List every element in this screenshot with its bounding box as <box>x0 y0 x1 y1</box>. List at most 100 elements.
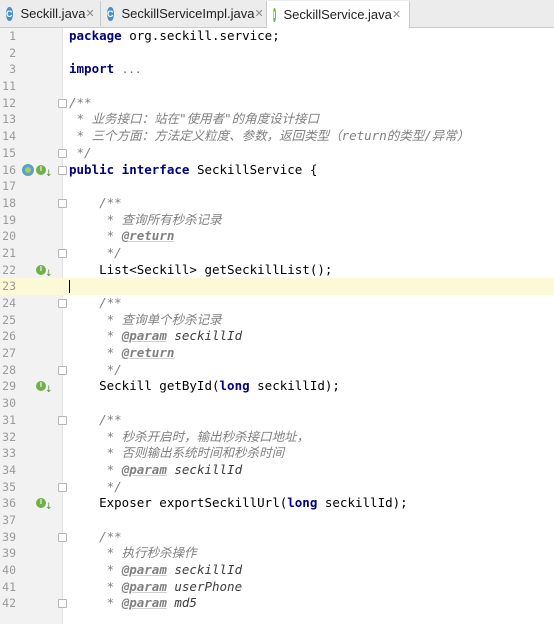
code-line[interactable]: 37 <box>0 512 554 529</box>
fold-toggle-icon[interactable] <box>58 415 67 425</box>
code-text: * 三个方面：方法定义粒度、参数，返回类型（return的类型/异常） <box>69 128 470 144</box>
code-text: * @return <box>69 228 175 244</box>
implementation-gutter-icon[interactable]: I ↓ <box>36 497 53 512</box>
code-line[interactable]: 23 <box>0 278 554 295</box>
line-number: 21 <box>2 245 16 260</box>
code-line[interactable]: 15 */ <box>0 145 554 162</box>
line-number: 39 <box>2 546 16 561</box>
code-line[interactable]: 31 /** <box>0 412 554 429</box>
fold-toggle-icon[interactable] <box>58 165 67 175</box>
line-number: 40 <box>2 563 16 577</box>
code-text: * @param seckillId <box>69 562 243 577</box>
fold-toggle-icon[interactable] <box>58 299 67 308</box>
code-line[interactable]: 24 /** <box>0 295 554 312</box>
code-line[interactable]: 27 * @return <box>0 345 554 362</box>
tab-label: SeckillServiceImpl.java <box>121 6 255 21</box>
code-line[interactable]: 35 */ <box>0 479 554 496</box>
fold-toggle-icon[interactable] <box>58 248 67 258</box>
code-line[interactable]: 18 /** <box>0 195 554 212</box>
code-text: * 查询所有秒杀记录 <box>69 211 222 227</box>
close-icon[interactable]: ✕ <box>392 8 401 21</box>
code-line[interactable]: 33 * 否则输出系统时间和秒杀时间 <box>0 445 554 462</box>
code-text: * 否则输出系统时间和秒杀时间 <box>69 445 285 461</box>
class-icon: C <box>107 6 114 21</box>
code-line[interactable]: 26 * @param seckillId <box>0 328 554 345</box>
line-number: 18 <box>2 195 16 210</box>
code-line[interactable]: 14 * 三个方面：方法定义粒度、参数，返回类型（return的类型/异常） <box>0 128 554 145</box>
text-cursor <box>69 280 70 294</box>
code-editor[interactable]: 1 package org.seckill.service; 2 3 import ..… <box>0 28 554 612</box>
code-line[interactable]: 42 * @param md5 <box>0 595 554 612</box>
code-line[interactable]: 17 <box>0 178 554 195</box>
code-text: /** <box>99 295 122 310</box>
code-text: package org.seckill.service; <box>69 28 280 43</box>
code-text: * 业务接口：站在"使用者"的角度设计接口 <box>69 111 320 127</box>
tab-seckill-service-impl-java[interactable]: C SeckillServiceImpl.java ✕ <box>101 1 267 26</box>
code-text: * 秒杀开启时，输出秒杀接口地址， <box>69 428 310 444</box>
fold-toggle-icon[interactable] <box>58 482 67 492</box>
line-number: 37 <box>2 512 16 527</box>
code-line[interactable]: 22 I ↓ List<Seckill> getSeckillList(); <box>0 262 554 279</box>
implementation-gutter-icon[interactable]: I ↓ <box>36 164 53 179</box>
close-icon[interactable]: ✕ <box>86 7 95 20</box>
line-number: 13 <box>2 112 16 127</box>
line-number: 17 <box>2 179 16 194</box>
line-number: 26 <box>2 329 16 344</box>
tab-seckill-service-java[interactable]: I SeckillService.java ✕ <box>267 1 410 28</box>
close-icon[interactable]: ✕ <box>254 7 263 20</box>
code-line[interactable]: 3 import ... <box>0 61 554 78</box>
code-text: * 查询单个秒杀记录 <box>69 311 222 327</box>
line-number: 22 <box>2 262 16 277</box>
line-number: 31 <box>2 412 16 427</box>
code-line[interactable]: 12 /** <box>0 95 554 112</box>
code-line[interactable]: 1 package org.seckill.service; <box>0 28 554 45</box>
line-number: 12 <box>2 95 16 110</box>
code-line[interactable]: 28 */ <box>0 362 554 379</box>
fold-toggle-icon[interactable] <box>58 532 67 542</box>
editor-tab-bar: C Seckill.java ✕ C SeckillServiceImpl.ja… <box>0 0 554 28</box>
line-number: 34 <box>2 462 16 477</box>
code-line[interactable]: 2 <box>0 45 554 62</box>
code-line[interactable]: 41 * @param userPhone <box>0 579 554 596</box>
code-line[interactable]: 19 * 查询所有秒杀记录 <box>0 212 554 229</box>
implementation-gutter-icon[interactable]: I ↓ <box>36 380 53 395</box>
code-line[interactable]: 34 * @param seckillId <box>0 462 554 479</box>
code-line[interactable]: 39 /** <box>0 529 554 546</box>
fold-toggle-icon[interactable] <box>58 148 67 158</box>
line-number: 20 <box>2 229 16 244</box>
code-text: /** <box>99 194 122 210</box>
code-line[interactable]: 29 I ↓ Seckill getById(long seckillId); <box>0 378 554 395</box>
code-line[interactable]: 39 * 执行秒杀操作 <box>0 545 554 562</box>
line-number: 41 <box>2 579 16 594</box>
tab-label: SeckillService.java <box>283 7 392 22</box>
code-line[interactable]: 32 * 秒杀开启时，输出秒杀接口地址， <box>0 429 554 446</box>
code-text: /** <box>69 94 92 110</box>
code-line[interactable]: 36 I ↓ Exposer exportSeckillUrl(long secki… <box>0 495 554 512</box>
fold-toggle-icon[interactable] <box>58 198 67 208</box>
code-line[interactable]: 16 I ↓ public interface SeckillService { <box>0 162 554 179</box>
code-text: */ <box>69 478 122 494</box>
class-icon: C <box>6 6 13 21</box>
code-text: public interface SeckillService { <box>69 161 318 177</box>
code-line[interactable]: 30 <box>0 395 554 412</box>
implemented-icon[interactable] <box>22 163 34 176</box>
fold-toggle-icon[interactable] <box>58 365 67 375</box>
line-number: 14 <box>2 129 16 144</box>
code-line[interactable]: 25 * 查询单个秒杀记录 <box>0 312 554 329</box>
code-text: * @param md5 <box>69 595 197 611</box>
fold-toggle-icon[interactable] <box>58 599 67 609</box>
fold-toggle-icon[interactable] <box>58 98 67 108</box>
code-text: * @return <box>69 345 175 361</box>
code-text: /** <box>99 528 122 544</box>
implementation-gutter-icon[interactable]: I ↓ <box>36 264 53 279</box>
code-text: Seckill getById(long seckillId); <box>69 378 340 394</box>
line-number: 28 <box>2 362 16 377</box>
code-line[interactable]: 21 */ <box>0 245 554 262</box>
code-line[interactable]: 11 <box>0 78 554 95</box>
line-number: 3 <box>9 62 16 77</box>
tab-seckill-java[interactable]: C Seckill.java ✕ <box>0 1 101 26</box>
line-number: 33 <box>2 446 16 461</box>
code-line[interactable]: 40 * @param seckillId <box>0 562 554 579</box>
code-line[interactable]: 20 * @return <box>0 228 554 245</box>
code-line[interactable]: 13 * 业务接口：站在"使用者"的角度设计接口 <box>0 111 554 128</box>
